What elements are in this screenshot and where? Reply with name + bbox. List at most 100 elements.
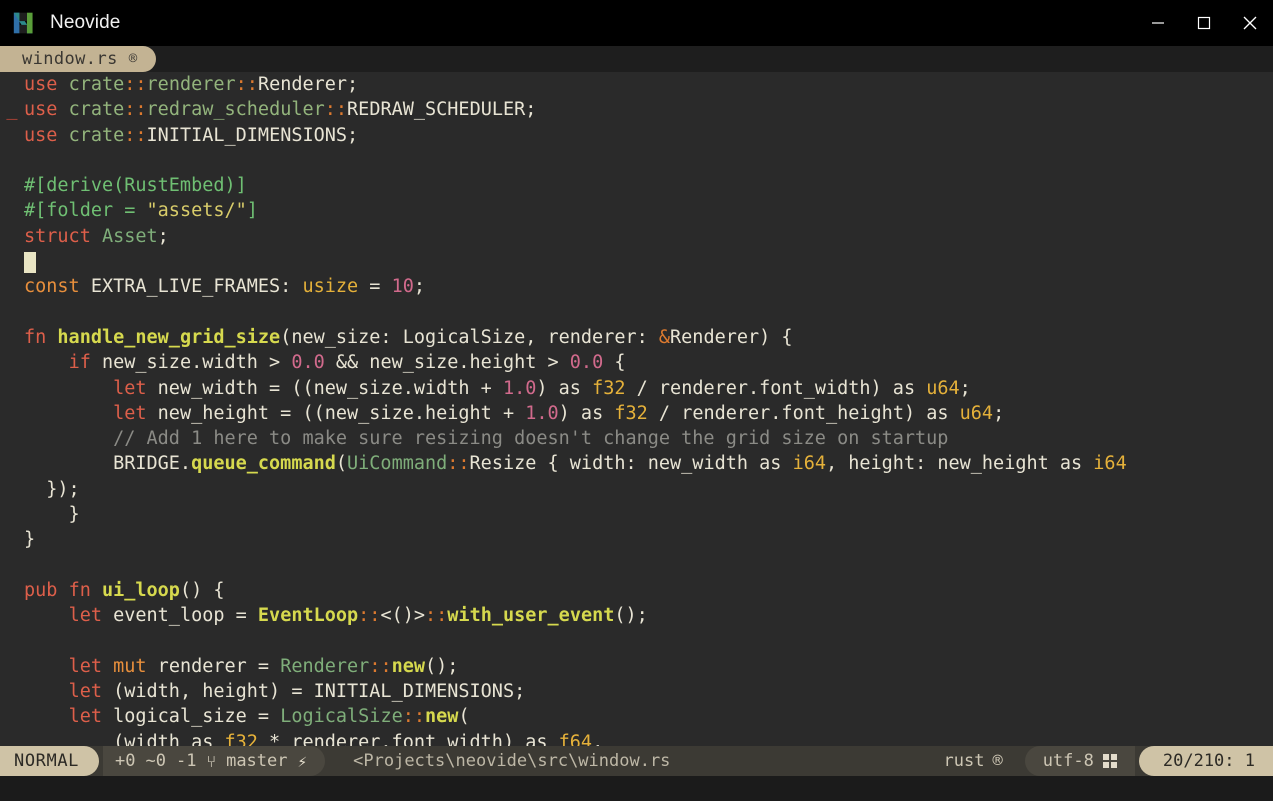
code-token: f32: [592, 378, 625, 399]
code-token: logical_size =: [102, 706, 280, 727]
gutter-sign: [0, 249, 24, 274]
code-line-text: use crate::redraw_scheduler::REDRAW_SCHE…: [24, 97, 536, 122]
code-token: / renderer.font_width) as: [626, 378, 927, 399]
code-line-text: (width as f32 * renderer.font_width) as …: [24, 730, 603, 746]
gutter-sign: [0, 603, 24, 628]
code-token: Renderer) {: [670, 327, 793, 348]
code-line-text: BRIDGE.queue_command(UiCommand::Resize {…: [24, 451, 1127, 476]
code-line-text: const EXTRA_LIVE_FRAMES: usize = 10;: [24, 274, 425, 299]
status-encoding-label: utf-8: [1043, 751, 1094, 771]
code-token: struct: [24, 226, 91, 247]
code-line: pub fn ui_loop() {: [0, 578, 1273, 603]
code-line-text: use crate::INITIAL_DIMENSIONS;: [24, 123, 358, 148]
code-line-text: }: [24, 502, 80, 527]
gutter-sign: [0, 198, 24, 223]
maximize-button[interactable]: [1181, 0, 1227, 46]
code-token: INITIAL_DIMENSIONS: [147, 125, 347, 146]
code-token: UiCommand: [347, 453, 447, 474]
gutter-sign: [0, 426, 24, 451]
code-token: ) as: [559, 403, 615, 424]
code-token: [57, 99, 68, 120]
code-token: [24, 706, 69, 727]
gutter-sign: [0, 274, 24, 299]
code-token: ) as: [536, 378, 592, 399]
code-line-text: let event_loop = EventLoop::<()>::with_u…: [24, 603, 648, 628]
gutter-sign: [0, 477, 24, 502]
status-encoding: utf-8: [1025, 746, 1135, 776]
tab-window-rs[interactable]: window.rs ®: [0, 46, 156, 72]
code-line: BRIDGE.queue_command(UiCommand::Resize {…: [0, 451, 1273, 476]
close-button[interactable]: [1227, 0, 1273, 46]
code-line-text: // Add 1 here to make sure resizing does…: [24, 426, 948, 451]
code-token: with_user_event: [447, 605, 614, 626]
code-token: #[derive(RustEmbed)]: [24, 175, 247, 196]
code-token: [91, 580, 102, 601]
code-token: }: [24, 504, 80, 525]
code-line: #[derive(RustEmbed)]: [0, 173, 1273, 198]
code-token: ;: [960, 378, 971, 399]
tabline: window.rs ®: [0, 46, 1273, 72]
code-token: ;: [414, 276, 425, 297]
code-token: let: [69, 656, 102, 677]
code-token: 0.0: [291, 352, 324, 373]
code-token: ();: [614, 605, 647, 626]
code-token: renderer: [147, 74, 236, 95]
code-line-text: let new_height = ((new_size.height + 1.0…: [24, 401, 1004, 426]
code-token: [57, 580, 68, 601]
code-line-text: #[derive(RustEmbed)]: [24, 173, 247, 198]
code-token: new_height = ((new_size.height +: [147, 403, 526, 424]
neovide-window: Neovide window.rs ® use crate::renderer:…: [0, 0, 1273, 801]
code-token: fn: [69, 580, 91, 601]
git-changed: ~0: [146, 751, 166, 771]
code-token: ::: [369, 656, 391, 677]
code-token: {: [603, 352, 625, 373]
code-token: }: [24, 529, 35, 550]
code-token: Asset: [102, 226, 158, 247]
code-token: i64: [1093, 453, 1126, 474]
code-line-text: struct Asset;: [24, 224, 169, 249]
code-token: EXTRA_LIVE_FRAMES:: [80, 276, 303, 297]
gutter-sign: [0, 679, 24, 704]
code-token: f64: [559, 732, 592, 746]
code-token: 1.0: [503, 378, 536, 399]
code-token: [24, 352, 69, 373]
code-line: struct Asset;: [0, 224, 1273, 249]
code-token: new: [392, 656, 425, 677]
code-token: queue_command: [191, 453, 336, 474]
code-line-text: let logical_size = LogicalSize::new(: [24, 704, 470, 729]
code-line: [0, 148, 1273, 173]
code-token: ::: [425, 605, 447, 626]
gutter-sign: [0, 325, 24, 350]
code-token: let: [69, 681, 102, 702]
gutter-sign-removed-icon: _: [0, 97, 24, 122]
minimize-button[interactable]: [1135, 0, 1181, 46]
code-token: crate: [69, 74, 125, 95]
code-token: use: [24, 74, 57, 95]
code-line: use crate::renderer::Renderer;: [0, 72, 1273, 97]
code-token: u64: [926, 378, 959, 399]
code-token: i64: [793, 453, 826, 474]
code-token: ::: [124, 125, 146, 146]
code-token: () {: [180, 580, 225, 601]
code-editor[interactable]: use crate::renderer::Renderer;_use crate…: [0, 72, 1273, 746]
code-token: 10: [392, 276, 414, 297]
code-token: ;: [993, 403, 1004, 424]
git-added: +0: [115, 751, 135, 771]
rust-filetype-icon: ®: [129, 51, 138, 67]
git-branch: master: [226, 751, 287, 771]
code-token: "assets/": [147, 200, 247, 221]
code-token: [102, 656, 113, 677]
code-token: [57, 74, 68, 95]
windows-icon: [1103, 754, 1117, 768]
code-token: ::: [325, 99, 347, 120]
code-token: ::: [403, 706, 425, 727]
code-token: 1.0: [525, 403, 558, 424]
code-token: 0.0: [570, 352, 603, 373]
code-token: use: [24, 125, 57, 146]
code-line: // Add 1 here to make sure resizing does…: [0, 426, 1273, 451]
status-mode: NORMAL: [0, 746, 99, 776]
code-token: (width, height) = INITIAL_DIMENSIONS;: [102, 681, 525, 702]
code-line: let event_loop = EventLoop::<()>::with_u…: [0, 603, 1273, 628]
code-token: ::: [236, 74, 258, 95]
status-filetype: rust ®: [929, 746, 1024, 776]
